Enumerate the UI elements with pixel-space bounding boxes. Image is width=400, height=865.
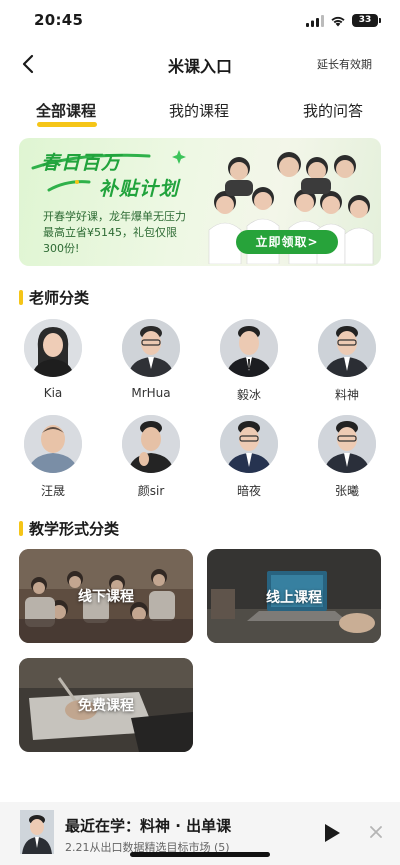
section-accent-bar (19, 521, 23, 536)
teacher-yibing[interactable]: 毅冰 (214, 319, 284, 403)
banner-line-2: 最高立省¥5145，礼包仅限 (43, 226, 177, 239)
close-icon[interactable] (368, 824, 384, 840)
online-course-label: 线上课程 (266, 590, 322, 606)
offline-course-card[interactable]: 线下课程 (19, 549, 193, 643)
avatar (220, 319, 278, 377)
tab-all-courses[interactable]: 全部课程 (36, 100, 96, 121)
signal-icon (306, 14, 324, 27)
nav-bar: 米课入口 延长有效期 (0, 44, 400, 84)
teacher-name: Kia (43, 386, 63, 400)
free-course-label: 免费课程 (78, 698, 134, 714)
avatar (122, 415, 180, 473)
teacher-wangsheng[interactable]: 汪晟 (18, 415, 88, 499)
play-icon[interactable] (322, 822, 342, 844)
banner-line-1: 开春学好课，龙年爆单无压力 (43, 210, 186, 223)
banner-headline-2: 补贴计划 (99, 178, 180, 200)
battery-icon: 33 (352, 14, 381, 27)
status-bar: 20:45 33 (0, 0, 400, 44)
wifi-icon (331, 16, 345, 26)
free-course-card[interactable]: 免费课程 (19, 658, 193, 752)
formats-section-title: 教学形式分类 (19, 518, 119, 539)
app-screen: 20:45 33 米课入口 延长有效期 全部课程 我的课程 我的问答 春日百万 … (0, 0, 400, 865)
tab-my-questions[interactable]: 我的问答 (303, 100, 363, 121)
teacher-mrhua[interactable]: MrHua (116, 319, 186, 400)
avatar (318, 319, 376, 377)
claim-now-button[interactable]: 立即领取> (236, 230, 338, 254)
teacher-anye[interactable]: 暗夜 (214, 415, 284, 499)
teacher-name: 暗夜 (236, 484, 261, 498)
avatar (220, 415, 278, 473)
avatar (24, 319, 82, 377)
banner-line-3: 300份! (43, 242, 80, 255)
player-title: 最近在学：料神 · 出单课 (65, 817, 232, 835)
course-thumbnail (20, 810, 54, 854)
offline-course-label: 线下课程 (78, 589, 134, 605)
teacher-name: 张曦 (334, 484, 359, 498)
teacher-zhangxi[interactable]: 张曦 (312, 415, 382, 499)
teacher-yansir[interactable]: 颜sir (116, 415, 186, 499)
teachers-section-label: 老师分类 (29, 289, 90, 307)
teacher-name: MrHua (131, 386, 171, 400)
avatar (24, 415, 82, 473)
active-tab-indicator (37, 122, 97, 127)
avatar (318, 415, 376, 473)
status-icons: 33 (306, 14, 381, 27)
section-accent-bar (19, 290, 23, 305)
teacher-liaoshen[interactable]: 料神 (312, 319, 382, 403)
formats-section-label: 教学形式分类 (29, 520, 120, 538)
extend-validity-button[interactable]: 延长有效期 (317, 56, 372, 72)
teacher-name: 毅冰 (236, 388, 261, 402)
teacher-name: 汪晟 (40, 484, 65, 498)
avatar (122, 319, 180, 377)
teachers-section-title: 老师分类 (19, 287, 89, 308)
tab-my-courses[interactable]: 我的课程 (169, 100, 229, 121)
promo-banner[interactable]: 春日百万 补贴计划 开春学好课，龙年爆单无压力 最高立省¥5145，礼包仅限 3… (19, 138, 381, 266)
status-time: 20:45 (34, 11, 84, 29)
online-course-card[interactable]: 线上课程 (207, 549, 381, 643)
teacher-name: 颜sir (137, 484, 165, 498)
home-indicator (130, 852, 270, 857)
teacher-name: 料神 (334, 388, 359, 402)
teacher-kia[interactable]: Kia (18, 319, 88, 400)
banner-headline-1: 春日百万 (41, 152, 122, 174)
